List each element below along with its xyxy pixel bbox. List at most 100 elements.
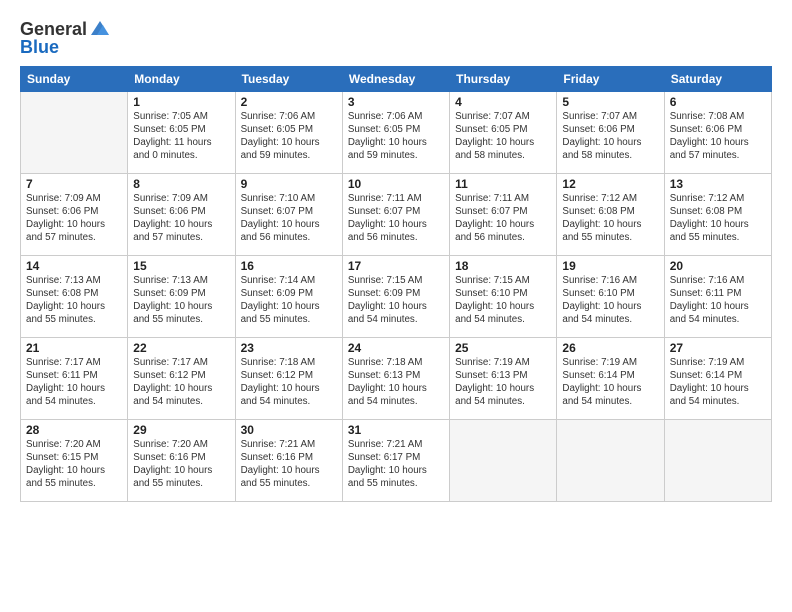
calendar-cell: 26Sunrise: 7:19 AM Sunset: 6:14 PM Dayli… [557, 337, 664, 419]
calendar-cell: 16Sunrise: 7:14 AM Sunset: 6:09 PM Dayli… [235, 255, 342, 337]
day-info: Sunrise: 7:21 AM Sunset: 6:17 PM Dayligh… [348, 438, 444, 491]
day-number: 14 [26, 259, 122, 273]
calendar-cell: 11Sunrise: 7:11 AM Sunset: 6:07 PM Dayli… [450, 173, 557, 255]
calendar-cell: 31Sunrise: 7:21 AM Sunset: 6:17 PM Dayli… [342, 419, 449, 501]
calendar-cell: 22Sunrise: 7:17 AM Sunset: 6:12 PM Dayli… [128, 337, 235, 419]
day-number: 26 [562, 341, 658, 355]
day-info: Sunrise: 7:20 AM Sunset: 6:16 PM Dayligh… [133, 438, 229, 491]
calendar-cell: 3Sunrise: 7:06 AM Sunset: 6:05 PM Daylig… [342, 91, 449, 173]
day-number: 31 [348, 423, 444, 437]
day-info: Sunrise: 7:20 AM Sunset: 6:15 PM Dayligh… [26, 438, 122, 491]
calendar-header-tuesday: Tuesday [235, 66, 342, 91]
day-number: 9 [241, 177, 337, 191]
calendar-header-monday: Monday [128, 66, 235, 91]
day-info: Sunrise: 7:11 AM Sunset: 6:07 PM Dayligh… [455, 192, 551, 245]
calendar-cell [664, 419, 771, 501]
calendar-cell: 6Sunrise: 7:08 AM Sunset: 6:06 PM Daylig… [664, 91, 771, 173]
day-info: Sunrise: 7:19 AM Sunset: 6:13 PM Dayligh… [455, 356, 551, 409]
logo-icon [89, 17, 111, 39]
day-number: 16 [241, 259, 337, 273]
calendar-cell: 12Sunrise: 7:12 AM Sunset: 6:08 PM Dayli… [557, 173, 664, 255]
calendar-header-saturday: Saturday [664, 66, 771, 91]
day-number: 15 [133, 259, 229, 273]
day-info: Sunrise: 7:17 AM Sunset: 6:12 PM Dayligh… [133, 356, 229, 409]
day-number: 21 [26, 341, 122, 355]
calendar-cell: 29Sunrise: 7:20 AM Sunset: 6:16 PM Dayli… [128, 419, 235, 501]
day-info: Sunrise: 7:07 AM Sunset: 6:06 PM Dayligh… [562, 110, 658, 163]
calendar-cell: 13Sunrise: 7:12 AM Sunset: 6:08 PM Dayli… [664, 173, 771, 255]
day-info: Sunrise: 7:06 AM Sunset: 6:05 PM Dayligh… [241, 110, 337, 163]
day-number: 6 [670, 95, 766, 109]
day-info: Sunrise: 7:14 AM Sunset: 6:09 PM Dayligh… [241, 274, 337, 327]
day-number: 12 [562, 177, 658, 191]
day-info: Sunrise: 7:08 AM Sunset: 6:06 PM Dayligh… [670, 110, 766, 163]
calendar-week-row: 21Sunrise: 7:17 AM Sunset: 6:11 PM Dayli… [21, 337, 772, 419]
day-number: 27 [670, 341, 766, 355]
day-number: 11 [455, 177, 551, 191]
calendar-cell: 1Sunrise: 7:05 AM Sunset: 6:05 PM Daylig… [128, 91, 235, 173]
calendar-cell: 7Sunrise: 7:09 AM Sunset: 6:06 PM Daylig… [21, 173, 128, 255]
day-number: 7 [26, 177, 122, 191]
day-info: Sunrise: 7:09 AM Sunset: 6:06 PM Dayligh… [26, 192, 122, 245]
day-info: Sunrise: 7:09 AM Sunset: 6:06 PM Dayligh… [133, 192, 229, 245]
day-number: 19 [562, 259, 658, 273]
day-number: 29 [133, 423, 229, 437]
day-number: 17 [348, 259, 444, 273]
day-number: 10 [348, 177, 444, 191]
calendar-cell: 17Sunrise: 7:15 AM Sunset: 6:09 PM Dayli… [342, 255, 449, 337]
day-number: 25 [455, 341, 551, 355]
calendar-cell: 28Sunrise: 7:20 AM Sunset: 6:15 PM Dayli… [21, 419, 128, 501]
calendar-week-row: 7Sunrise: 7:09 AM Sunset: 6:06 PM Daylig… [21, 173, 772, 255]
calendar-cell: 20Sunrise: 7:16 AM Sunset: 6:11 PM Dayli… [664, 255, 771, 337]
calendar-cell: 8Sunrise: 7:09 AM Sunset: 6:06 PM Daylig… [128, 173, 235, 255]
day-info: Sunrise: 7:12 AM Sunset: 6:08 PM Dayligh… [562, 192, 658, 245]
day-info: Sunrise: 7:06 AM Sunset: 6:05 PM Dayligh… [348, 110, 444, 163]
day-info: Sunrise: 7:19 AM Sunset: 6:14 PM Dayligh… [562, 356, 658, 409]
calendar-week-row: 1Sunrise: 7:05 AM Sunset: 6:05 PM Daylig… [21, 91, 772, 173]
calendar-cell: 24Sunrise: 7:18 AM Sunset: 6:13 PM Dayli… [342, 337, 449, 419]
calendar-header-wednesday: Wednesday [342, 66, 449, 91]
logo-blue-text: Blue [20, 37, 59, 57]
day-info: Sunrise: 7:18 AM Sunset: 6:12 PM Dayligh… [241, 356, 337, 409]
day-info: Sunrise: 7:13 AM Sunset: 6:08 PM Dayligh… [26, 274, 122, 327]
logo: General Blue [20, 20, 111, 58]
calendar-cell [450, 419, 557, 501]
day-info: Sunrise: 7:15 AM Sunset: 6:10 PM Dayligh… [455, 274, 551, 327]
calendar-cell: 15Sunrise: 7:13 AM Sunset: 6:09 PM Dayli… [128, 255, 235, 337]
calendar-week-row: 28Sunrise: 7:20 AM Sunset: 6:15 PM Dayli… [21, 419, 772, 501]
header: General Blue [20, 16, 772, 58]
calendar-cell [557, 419, 664, 501]
day-number: 23 [241, 341, 337, 355]
day-number: 20 [670, 259, 766, 273]
day-number: 13 [670, 177, 766, 191]
calendar-header-row: SundayMondayTuesdayWednesdayThursdayFrid… [21, 66, 772, 91]
day-info: Sunrise: 7:21 AM Sunset: 6:16 PM Dayligh… [241, 438, 337, 491]
day-info: Sunrise: 7:15 AM Sunset: 6:09 PM Dayligh… [348, 274, 444, 327]
calendar-cell: 23Sunrise: 7:18 AM Sunset: 6:12 PM Dayli… [235, 337, 342, 419]
day-number: 4 [455, 95, 551, 109]
calendar-cell: 4Sunrise: 7:07 AM Sunset: 6:05 PM Daylig… [450, 91, 557, 173]
calendar-cell: 2Sunrise: 7:06 AM Sunset: 6:05 PM Daylig… [235, 91, 342, 173]
day-info: Sunrise: 7:16 AM Sunset: 6:10 PM Dayligh… [562, 274, 658, 327]
day-number: 3 [348, 95, 444, 109]
day-number: 18 [455, 259, 551, 273]
calendar-cell: 25Sunrise: 7:19 AM Sunset: 6:13 PM Dayli… [450, 337, 557, 419]
day-number: 5 [562, 95, 658, 109]
day-number: 1 [133, 95, 229, 109]
day-info: Sunrise: 7:07 AM Sunset: 6:05 PM Dayligh… [455, 110, 551, 163]
calendar-cell: 21Sunrise: 7:17 AM Sunset: 6:11 PM Dayli… [21, 337, 128, 419]
day-info: Sunrise: 7:18 AM Sunset: 6:13 PM Dayligh… [348, 356, 444, 409]
calendar-cell [21, 91, 128, 173]
calendar-cell: 5Sunrise: 7:07 AM Sunset: 6:06 PM Daylig… [557, 91, 664, 173]
page: General Blue SundayMondayTuesdayWednesda… [0, 0, 792, 612]
calendar-cell: 19Sunrise: 7:16 AM Sunset: 6:10 PM Dayli… [557, 255, 664, 337]
day-number: 8 [133, 177, 229, 191]
calendar-cell: 27Sunrise: 7:19 AM Sunset: 6:14 PM Dayli… [664, 337, 771, 419]
day-number: 22 [133, 341, 229, 355]
day-info: Sunrise: 7:12 AM Sunset: 6:08 PM Dayligh… [670, 192, 766, 245]
calendar-cell: 30Sunrise: 7:21 AM Sunset: 6:16 PM Dayli… [235, 419, 342, 501]
calendar-cell: 14Sunrise: 7:13 AM Sunset: 6:08 PM Dayli… [21, 255, 128, 337]
day-number: 24 [348, 341, 444, 355]
day-info: Sunrise: 7:16 AM Sunset: 6:11 PM Dayligh… [670, 274, 766, 327]
day-info: Sunrise: 7:13 AM Sunset: 6:09 PM Dayligh… [133, 274, 229, 327]
